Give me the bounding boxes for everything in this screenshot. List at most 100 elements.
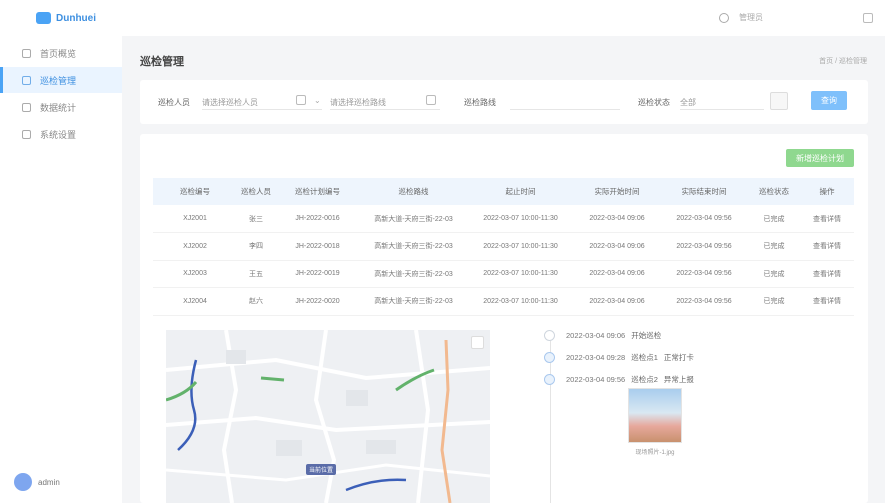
map-marker-label[interactable]: 当前位置: [306, 464, 337, 475]
sidebar-item-inspection[interactable]: 巡检管理: [0, 67, 122, 93]
sidebar-item-home[interactable]: 首页概览: [0, 40, 122, 66]
status-badge: 已完成: [748, 260, 800, 288]
sidebar-item-label: 巡检管理: [40, 75, 77, 86]
timeline-detail: 异常上报: [663, 374, 694, 384]
logo-text: Dunhuei: [56, 12, 96, 24]
table-cell: XJ2003: [153, 260, 237, 288]
timeline-item: 2022-03-04 09:28 巡检点1 正常打卡: [538, 350, 694, 364]
table-cell: 赵六: [237, 287, 275, 316]
map-canvas[interactable]: [166, 330, 490, 503]
clipboard-icon: [22, 75, 31, 85]
table-cell: JH-2022-0016: [275, 205, 360, 233]
sidebar-item-stats[interactable]: 数据统计: [0, 94, 122, 120]
map-layers-icon[interactable]: [471, 336, 484, 349]
column-header[interactable]: 实际结束时间: [660, 178, 748, 205]
table-cell: XJ2001: [153, 205, 237, 233]
person-icon[interactable]: [296, 95, 306, 105]
avatar: [14, 473, 32, 491]
table-cell: 高新大道-天府三街-22-03: [360, 287, 467, 316]
page-title: 巡检管理: [140, 56, 184, 68]
column-header[interactable]: 实际开始时间: [574, 178, 660, 205]
table-cell: 2022-03-07 10:00-11:30: [467, 205, 574, 233]
table-cell: 张三: [237, 205, 275, 233]
search-icon[interactable]: [719, 12, 729, 23]
table-cell: 2022-03-04 09:06: [574, 232, 660, 261]
view-detail-link[interactable]: 查看详情: [800, 287, 854, 316]
add-plan-button[interactable]: 新增巡检计划: [786, 149, 854, 167]
table-row[interactable]: XJ2001 张三 JH-2022-0016 高新大道-天府三街-22-03 2…: [153, 205, 854, 233]
chart-icon: [22, 102, 31, 112]
table-cell: 2022-03-07 10:00-11:30: [467, 232, 574, 261]
timeline-dot: [544, 329, 555, 341]
logo[interactable]: Dunhuei: [36, 12, 96, 24]
timeline-status: 巡检点2: [631, 374, 658, 384]
timeline-status: 开始巡检: [631, 330, 662, 340]
route-map[interactable]: 当前位置: [166, 330, 490, 503]
status-badge: 已完成: [748, 287, 800, 316]
filter-label-inspector: 巡检人员: [158, 98, 190, 107]
column-header[interactable]: 巡检人员: [237, 178, 275, 205]
table-cell: 2022-03-04 09:06: [574, 205, 660, 233]
table-cell: 2022-03-07 10:00-11:30: [467, 287, 574, 316]
filter-label-route: 巡检路线: [464, 98, 496, 107]
route-select[interactable]: [510, 92, 620, 110]
column-header[interactable]: 巡检计划编号: [275, 178, 360, 205]
timeline-item: 2022-03-04 09:06 开始巡检: [538, 328, 667, 342]
chevron-down-icon[interactable]: ⌄: [314, 96, 321, 105]
view-detail-link[interactable]: 查看详情: [800, 232, 854, 261]
query-button[interactable]: 查询: [811, 91, 847, 110]
timeline-item: 2022-03-04 09:56 巡检点2 异常上报: [538, 372, 694, 386]
table-row[interactable]: XJ2002 李四 JH-2022-0018 高新大道-天府三街-22-03 2…: [153, 232, 854, 261]
table-row[interactable]: XJ2003 王五 JH-2022-0019 高新大道-天府三街-22-03 2…: [153, 260, 854, 288]
table-cell: 2022-03-04 09:56: [660, 287, 748, 316]
timeline-status: 巡检点1: [631, 352, 658, 362]
sidebar-item-label: 数据统计: [40, 102, 77, 113]
view-detail-link[interactable]: 查看详情: [800, 260, 854, 288]
table-cell: 高新大道-天府三街-22-03: [360, 232, 467, 261]
main-card: 新增巡检计划 巡检编号 巡检人员 巡检计划编号 巡检路线 起止时间 实际开始时间…: [140, 134, 868, 503]
table-cell: 高新大道-天府三街-22-03: [360, 260, 467, 288]
table-cell: 高新大道-天府三街-22-03: [360, 205, 467, 233]
top-bar: Dunhuei 管理员: [0, 0, 885, 36]
table-cell: 2022-03-04 09:06: [574, 260, 660, 288]
reset-button[interactable]: [770, 92, 788, 110]
sidebar-item-label: 系统设置: [40, 129, 77, 140]
column-header[interactable]: 巡检状态: [748, 178, 800, 205]
table-cell: 2022-03-04 09:56: [660, 232, 748, 261]
inspection-photo[interactable]: [628, 388, 682, 443]
logo-icon: [36, 12, 51, 24]
table-cell: XJ2004: [153, 287, 237, 316]
status-badge: 已完成: [748, 205, 800, 233]
column-header[interactable]: 操作: [800, 178, 854, 205]
calendar-icon[interactable]: [426, 95, 436, 105]
table-row[interactable]: XJ2004 赵六 JH-2022-0020 高新大道-天府三街-22-03 2…: [153, 287, 854, 316]
status-badge: 已完成: [748, 232, 800, 261]
column-header[interactable]: 巡检编号: [153, 178, 237, 205]
photo-caption: 现场照片-1.jpg: [635, 450, 675, 456]
inspection-timeline: 2022-03-04 09:06 开始巡检 2022-03-04 09:28 巡…: [538, 326, 838, 503]
timeline-time: 2022-03-04 09:56: [566, 374, 626, 384]
table-cell: 王五: [237, 260, 275, 288]
timeline-dot: [544, 373, 555, 385]
sidebar-item-label: 首页概览: [40, 48, 77, 59]
route-input[interactable]: 请选择巡检路线: [330, 92, 440, 110]
table-cell: 2022-03-07 10:00-11:30: [467, 260, 574, 288]
status-select[interactable]: 全部: [680, 92, 764, 110]
top-right-tools: 管理员: [719, 12, 873, 23]
table-cell: JH-2022-0019: [275, 260, 360, 288]
user-profile[interactable]: admin: [14, 473, 60, 491]
column-header[interactable]: 巡检路线: [360, 178, 467, 205]
table-cell: 2022-03-04 09:06: [574, 287, 660, 316]
column-header[interactable]: 起止时间: [467, 178, 574, 205]
fullscreen-icon[interactable]: [863, 12, 873, 23]
table-cell: XJ2002: [153, 232, 237, 261]
gear-icon: [22, 129, 31, 139]
filter-card: 巡检人员 请选择巡检人员 ⌄ 请选择巡检路线 巡检路线 巡检状态 全部 查询: [140, 80, 868, 124]
timeline-time: 2022-03-04 09:06: [566, 330, 626, 340]
view-detail-link[interactable]: 查看详情: [800, 205, 854, 233]
table-cell: 2022-03-04 09:56: [660, 260, 748, 288]
top-user-name[interactable]: 管理员: [739, 12, 763, 23]
sidebar-item-settings[interactable]: 系统设置: [0, 121, 122, 147]
table-cell: 2022-03-04 09:56: [660, 205, 748, 233]
table-cell: 李四: [237, 232, 275, 261]
